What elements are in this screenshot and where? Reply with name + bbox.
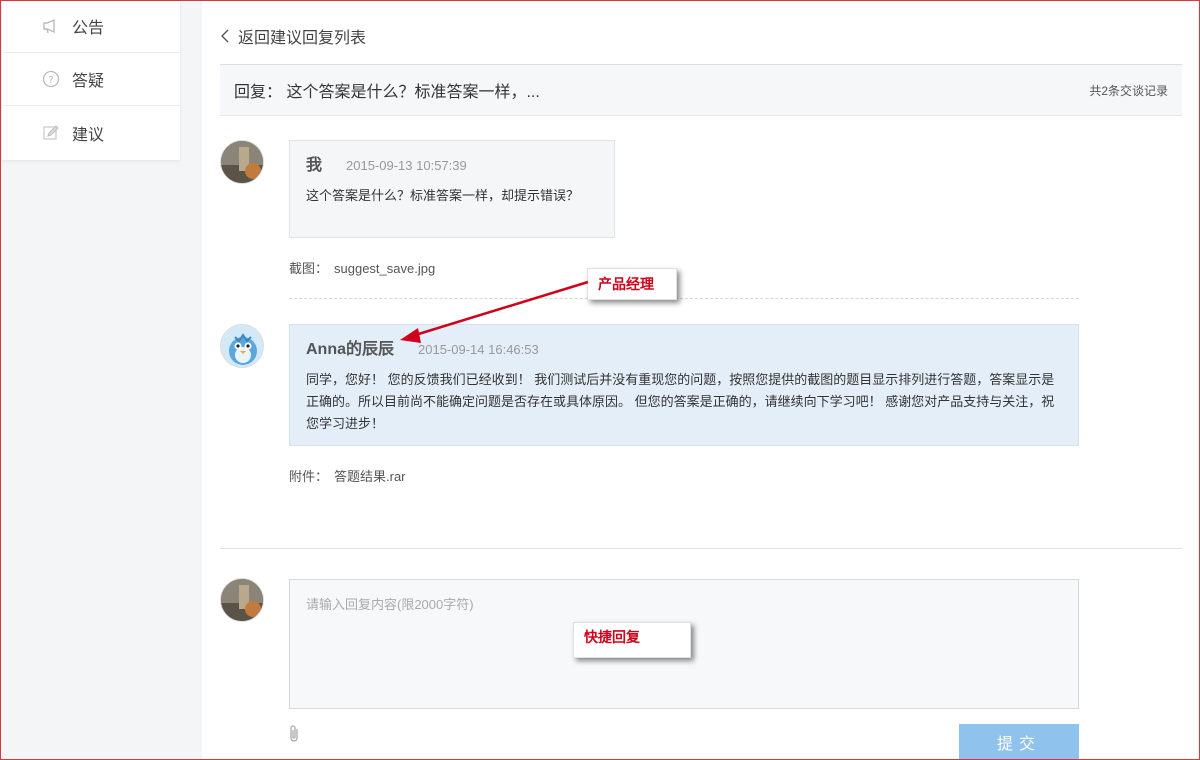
sidebar-item-qa[interactable]: ? 答疑 <box>2 53 180 106</box>
section-divider <box>220 548 1182 549</box>
chevron-left-icon <box>221 29 229 43</box>
back-link-label: 返回建议回复列表 <box>238 30 367 47</box>
message-author: Anna的辰辰 <box>306 341 395 358</box>
user-avatar <box>220 578 264 622</box>
sidebar: 公告 ? 答疑 建议 <box>2 0 180 160</box>
thread-header: 回复： 这个答案是什么？标准答案一样，... 共2条交谈记录 <box>220 64 1182 116</box>
sidebar-item-label: 公告 <box>72 20 105 37</box>
annotation-label: 产品经理 <box>598 276 654 292</box>
annotation-label: 快捷回复 <box>584 629 640 645</box>
record-count: 共2条交谈记录 <box>1089 83 1168 98</box>
message-author: 我 <box>306 157 323 174</box>
attachment-file-link[interactable]: suggest_save.jpg <box>334 261 435 276</box>
megaphone-icon <box>42 17 60 35</box>
edit-icon <box>42 124 60 142</box>
message-divider <box>289 298 1079 299</box>
attachment-file-link[interactable]: 答题结果.rar <box>334 469 406 484</box>
message-time: 2015-09-13 10:57:39 <box>346 158 467 173</box>
message-time: 2015-09-14 16:46:53 <box>418 342 539 357</box>
message-bubble: 我 2015-09-13 10:57:39 这个答案是什么？标准答案一样，却提示… <box>289 140 615 238</box>
message-text: 同学，您好！ 您的反馈我们已经收到！ 我们测试后并没有重现您的问题，按照您提供的… <box>306 372 1055 431</box>
thread-subject: 回复： 这个答案是什么？标准答案一样，... <box>234 84 540 101</box>
user-avatar <box>220 140 264 184</box>
staff-avatar <box>220 324 264 368</box>
sidebar-item-suggestion[interactable]: 建议 <box>2 106 180 159</box>
svg-text:?: ? <box>48 75 53 86</box>
annotation-quick-reply: 快捷回复 <box>573 622 691 658</box>
message-attachment: 截图： suggest_save.jpg <box>289 258 435 277</box>
annotation-product-manager: 产品经理 <box>587 268 677 300</box>
paperclip-icon[interactable] <box>288 724 302 744</box>
attachment-label: 截图： <box>289 261 329 276</box>
question-circle-icon: ? <box>42 70 60 88</box>
submit-button[interactable]: 提交 <box>959 724 1079 760</box>
main-panel: 返回建议回复列表 回复： 这个答案是什么？标准答案一样，... 共2条交谈记录 … <box>202 0 1198 760</box>
back-to-list-link[interactable]: 返回建议回复列表 <box>220 24 366 48</box>
sidebar-item-label: 答疑 <box>72 73 105 90</box>
attachment-label: 附件： <box>289 469 329 484</box>
reply-bubble: Anna的辰辰 2015-09-14 16:46:53 同学，您好！ 您的反馈我… <box>289 324 1079 446</box>
message-text: 这个答案是什么？标准答案一样，却提示错误？ <box>306 188 580 203</box>
sidebar-item-announcement[interactable]: 公告 <box>2 0 180 53</box>
message-attachment: 附件： 答题结果.rar <box>289 466 406 485</box>
sidebar-item-label: 建议 <box>72 126 105 144</box>
